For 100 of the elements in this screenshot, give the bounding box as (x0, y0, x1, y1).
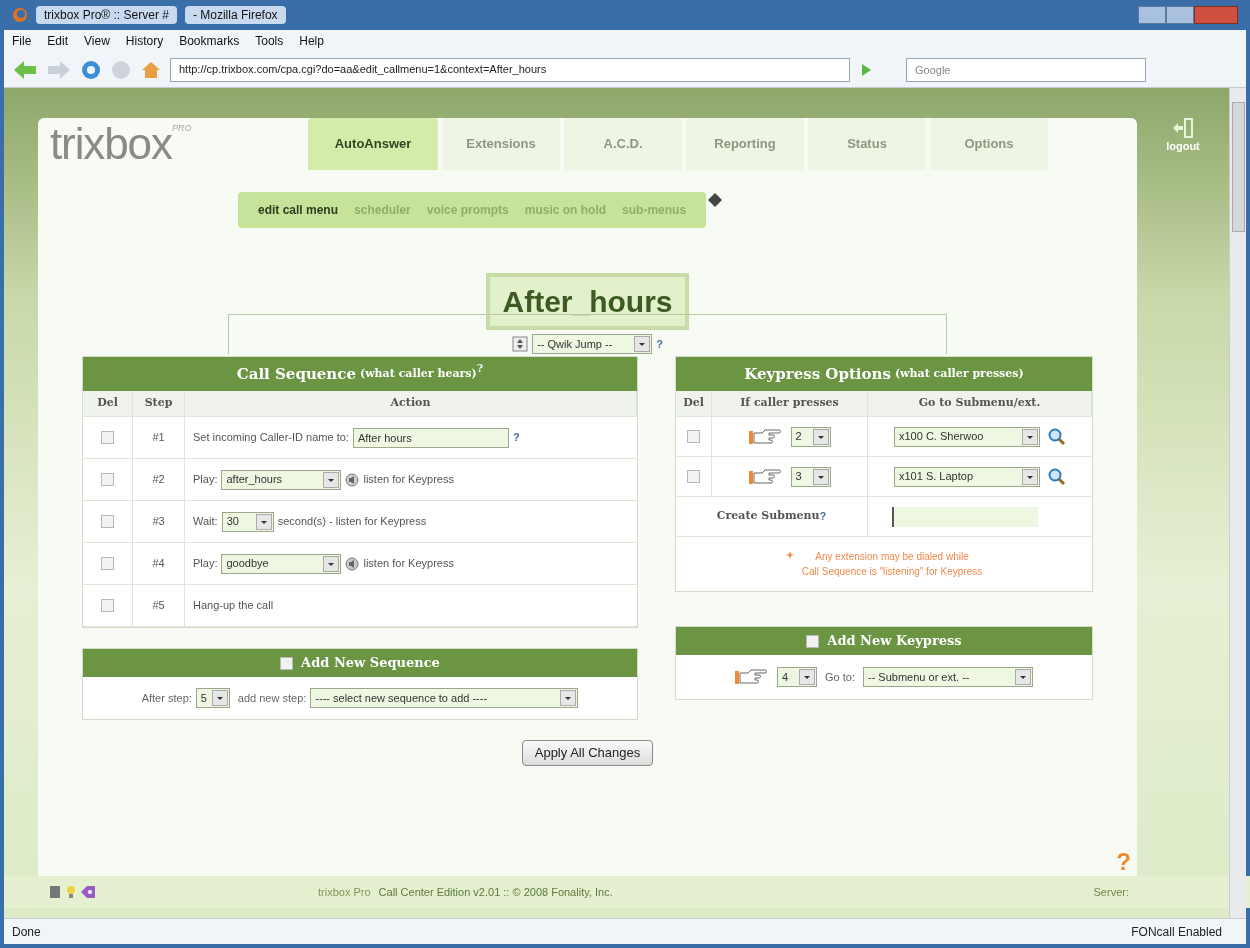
column-header: Del (676, 391, 712, 417)
panel-title: Call Sequence (236, 363, 356, 385)
help-mark[interactable]: ? (819, 508, 827, 525)
help-mark[interactable]: ? (512, 429, 520, 446)
note-text: Any extension may be dialed while (815, 550, 969, 564)
sequence-dropdown[interactable]: ---- select new sequence to add ---- (310, 688, 579, 708)
maximize-button[interactable] (1166, 6, 1194, 24)
prompt-dropdown[interactable]: goodbye (221, 553, 342, 574)
note-text: Call Sequence is "listening" for Keypress (801, 565, 983, 579)
footer-product: trixbox Pro (318, 884, 371, 900)
checkbox[interactable] (101, 557, 114, 570)
action-label: Set incoming Caller-ID name to: (193, 430, 349, 446)
star-icon (785, 551, 794, 559)
column-header: Go to Submenu/ext. (868, 391, 1092, 417)
speaker-icon[interactable] (345, 472, 360, 487)
footer-edition: Call Center Edition v2.01 :: © 2008 Fonality, Inc. (378, 884, 613, 900)
step-number: #4 (133, 543, 185, 585)
panel-title: Keypress Options (744, 363, 891, 385)
search-icon[interactable] (1048, 467, 1066, 486)
menu-item[interactable]: File (12, 32, 32, 50)
action-suffix: listen for Keypress (363, 472, 454, 488)
step-number: #5 (133, 585, 185, 627)
key-dropdown[interactable]: 3 (790, 466, 831, 487)
nav-tab[interactable]: AutoAnswer (308, 118, 438, 170)
action-suffix: listen for Keypress (363, 556, 454, 572)
checkbox[interactable] (280, 656, 294, 670)
stop-icon[interactable] (110, 58, 132, 81)
pointing-hand-icon (735, 668, 769, 686)
minimize-button[interactable] (1138, 6, 1166, 24)
document-icon[interactable] (48, 885, 62, 899)
step-number: #2 (133, 459, 185, 501)
seconds-dropdown[interactable]: 30 (221, 511, 274, 532)
key-dropdown[interactable]: 4 (777, 667, 817, 687)
checkbox[interactable] (101, 473, 114, 486)
menu-item[interactable]: Edit (47, 32, 69, 50)
foncall-status: FONcall Enabled (1131, 923, 1222, 941)
caller-id-field[interactable]: After hours (352, 427, 509, 448)
target-dropdown[interactable]: -- Submenu or ext. -- (863, 667, 1033, 687)
menu-item[interactable]: History (125, 32, 164, 50)
column-header: Action (185, 391, 637, 417)
field-label: Go to: (825, 669, 855, 685)
step-number: #1 (133, 417, 185, 459)
panel-subtitle: (what caller presses) (894, 365, 1024, 382)
menu-item[interactable]: Tools (255, 32, 284, 50)
prompt-dropdown[interactable]: after_hours (221, 469, 342, 490)
window-title: trixbox Pro® :: Server # (36, 6, 177, 24)
menu-title: After_hours (486, 273, 689, 330)
exit-door-icon (1172, 118, 1194, 138)
target-dropdown[interactable]: x100 C. Sherwoo (894, 426, 1040, 447)
field-label: add new step: (237, 690, 307, 706)
address-field[interactable]: http://cp.trixbox.com/cpa.cgi?do=aa&edit_callmenu=1&context=After_hours (170, 57, 850, 82)
column-header: If caller presses (712, 391, 868, 417)
action-label: Play: (193, 556, 218, 572)
pointing-hand-icon (748, 467, 783, 486)
submenu-field[interactable] (892, 506, 1038, 527)
tag-icon[interactable] (80, 885, 96, 899)
forward-arrow-icon[interactable] (46, 58, 72, 81)
close-button[interactable] (1194, 6, 1238, 24)
column-header: Step (133, 391, 185, 417)
logo: trixbox (50, 122, 172, 166)
checkbox[interactable] (101, 599, 114, 612)
menu-item[interactable]: Bookmarks (179, 32, 240, 50)
menu-item[interactable]: View (84, 32, 110, 50)
checkbox[interactable] (806, 634, 820, 648)
search-icon[interactable] (1048, 427, 1066, 446)
action-label: Hang-up the call (193, 598, 274, 614)
key-dropdown[interactable]: 2 (790, 426, 831, 447)
pointing-hand-icon (748, 427, 783, 446)
apply-button[interactable]: Apply All Changes (521, 740, 654, 766)
checkbox[interactable] (101, 431, 114, 444)
target-dropdown[interactable]: x101 S. Laptop (894, 466, 1040, 487)
quick-jump-dropdown[interactable]: -- Qwik Jump -- (532, 334, 653, 354)
jump-icon[interactable] (512, 336, 529, 352)
footer-server: Server: (1093, 884, 1129, 900)
subtab[interactable]: edit call menu (258, 201, 339, 219)
checkbox[interactable] (687, 430, 700, 443)
search-field[interactable]: Google (906, 57, 1146, 82)
action-suffix: second(s) - listen for Keypress (277, 514, 427, 530)
firefox-icon (12, 7, 28, 23)
info-diamond-icon[interactable] (708, 193, 723, 207)
panel-subtitle: (what caller hears) (359, 365, 477, 382)
checkbox[interactable] (687, 470, 700, 483)
status-text: Done (12, 923, 41, 941)
action-label: Wait: (193, 514, 218, 530)
field-label: After step: (141, 690, 192, 706)
back-arrow-icon[interactable] (12, 58, 38, 81)
menu-item[interactable]: Help (299, 32, 324, 50)
column-header: Del (83, 391, 133, 417)
help-mark[interactable]: ? (656, 335, 663, 353)
create-submenu-label: Create Submenu (716, 508, 820, 525)
checkbox[interactable] (101, 515, 114, 528)
reload-icon[interactable] (80, 58, 102, 81)
lightbulb-icon[interactable] (66, 885, 76, 899)
step-number: #3 (133, 501, 185, 543)
window-title: - Mozilla Firefox (184, 6, 286, 24)
panel-title: Add New Keypress (827, 632, 962, 651)
logo-suffix: PRO (171, 122, 192, 133)
step-dropdown[interactable]: 5 (195, 688, 230, 708)
action-label: Play: (193, 472, 218, 488)
speaker-icon[interactable] (345, 556, 360, 571)
